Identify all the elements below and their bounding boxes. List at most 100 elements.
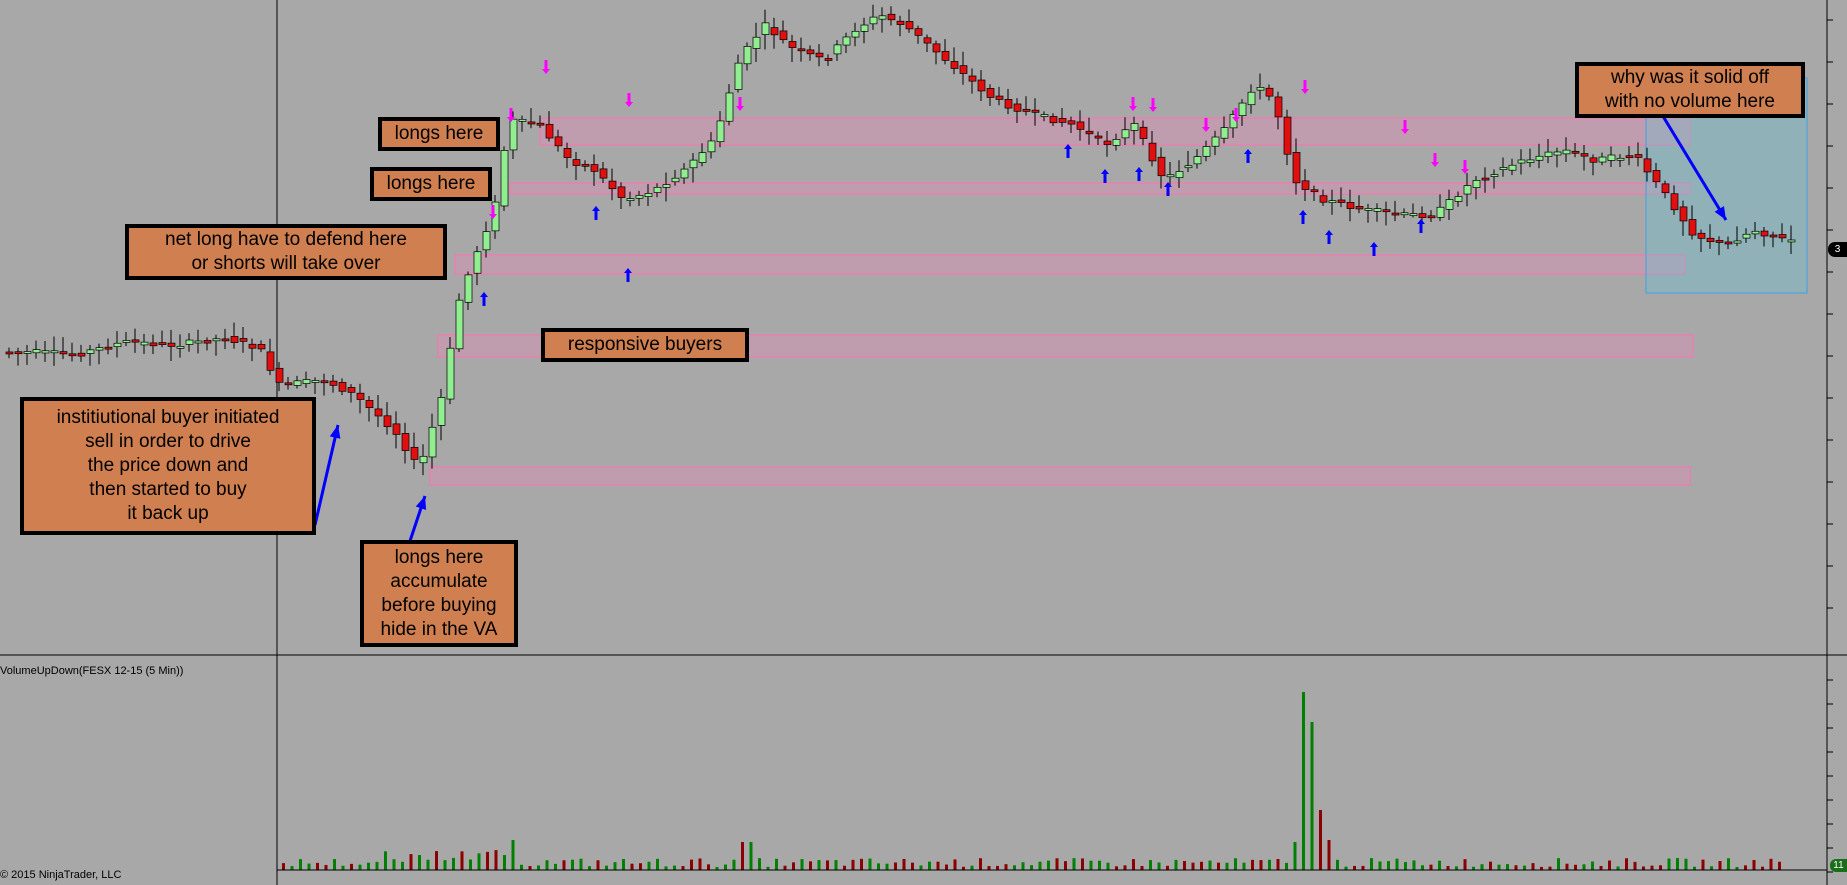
candle-body <box>1508 164 1517 171</box>
volume-bar <box>562 860 566 870</box>
volume-bar <box>1327 840 1331 870</box>
volume-bar <box>1506 864 1509 870</box>
candle-body <box>1274 96 1283 118</box>
volume-bar <box>375 861 379 870</box>
candle-body <box>1760 230 1769 237</box>
candle-body <box>1112 139 1121 146</box>
candle-body <box>77 352 86 357</box>
volume-bar <box>919 865 923 870</box>
volume-marker: 11 <box>1830 859 1847 872</box>
candle-body <box>716 120 725 143</box>
candle-body <box>1445 199 1454 210</box>
volume-bar <box>1650 865 1654 870</box>
volume-bar <box>681 866 685 870</box>
volume-bar <box>418 855 421 870</box>
candle-body <box>1787 239 1796 243</box>
volume-bar <box>1098 860 1101 870</box>
copyright-text: © 2015 NinjaTrader, LLC <box>0 869 122 881</box>
candle-body <box>1265 87 1274 97</box>
magenta-marker-head <box>1461 169 1469 174</box>
candle-body <box>590 164 599 172</box>
candle-body <box>725 92 734 122</box>
volume-bar <box>902 858 906 870</box>
volume-bar <box>528 866 532 870</box>
blue-marker-head <box>1325 230 1333 235</box>
volume-bar <box>1744 865 1747 870</box>
volume-bar <box>851 859 855 870</box>
candle-body <box>338 382 347 392</box>
volume-bar <box>1251 859 1254 870</box>
candle-body <box>518 118 527 122</box>
volume-bar <box>1157 862 1161 870</box>
volume-bar <box>511 840 515 870</box>
candle-body <box>968 75 977 82</box>
candle-body <box>833 44 842 55</box>
candle-body <box>1436 206 1445 218</box>
candle-body <box>581 163 590 167</box>
volume-bar <box>664 866 668 870</box>
volume-bar <box>792 862 795 870</box>
candle-body <box>1544 151 1553 157</box>
candle-body <box>770 27 779 36</box>
candle-body <box>347 387 356 393</box>
volume-bar <box>690 859 693 870</box>
candle-body <box>797 48 806 52</box>
volume-bar <box>741 842 744 870</box>
candle-body <box>1481 177 1490 181</box>
volume-bar <box>605 865 608 870</box>
candle-body <box>1256 87 1265 91</box>
volume-bar <box>588 866 591 870</box>
arrow-longs-accumulate-head <box>415 496 427 510</box>
magenta-marker-head <box>625 102 633 107</box>
candle-body <box>293 380 302 386</box>
volume-bar <box>800 859 804 870</box>
candle-body <box>374 408 383 417</box>
candle-body <box>1184 165 1193 169</box>
candle-body <box>1292 152 1301 184</box>
candle-body <box>23 351 32 354</box>
candle-body <box>1400 212 1409 216</box>
candle-body <box>131 339 140 343</box>
va-zone-2 <box>454 254 1686 275</box>
candle-body <box>392 423 401 435</box>
volume-bar <box>341 865 345 870</box>
blue-marker-head <box>480 292 488 297</box>
candle-body <box>419 455 428 464</box>
candle-body <box>1310 189 1319 193</box>
candle-body <box>977 79 986 92</box>
candle-body <box>779 30 788 41</box>
candle-body <box>1562 149 1571 155</box>
volume-bar <box>639 863 642 870</box>
candle-body <box>1418 213 1427 219</box>
volume-bar <box>953 859 957 870</box>
magenta-marker-head <box>1149 107 1157 112</box>
blue-marker-head <box>1299 210 1307 215</box>
volume-bar <box>894 862 897 870</box>
volume-bar <box>358 864 362 870</box>
candle-body <box>59 351 68 355</box>
volume-bar <box>1200 861 1203 870</box>
volume-bar <box>1013 865 1016 870</box>
candle-body <box>698 152 707 163</box>
volume-bar <box>299 859 302 870</box>
volume-bar <box>1548 866 1552 870</box>
volume-bar <box>1208 860 1212 870</box>
blue-marker-head <box>1417 219 1425 224</box>
volume-bar <box>1361 865 1365 870</box>
candle-body <box>41 350 50 354</box>
volume-bar <box>673 865 676 870</box>
volume-bar <box>826 860 829 870</box>
volume-bar <box>1455 866 1458 870</box>
volume-bar <box>758 858 761 870</box>
candle-body <box>1652 170 1661 183</box>
candle-body <box>896 20 905 25</box>
candle-body <box>941 50 950 61</box>
volume-bar <box>1123 865 1127 870</box>
magenta-marker-head <box>1431 162 1439 167</box>
volume-bar <box>1523 865 1526 870</box>
price-marker: 3 <box>1828 242 1847 257</box>
candle-body <box>464 274 473 303</box>
candle-body <box>1211 136 1220 147</box>
volume-bar <box>1778 861 1781 870</box>
candle-body <box>482 231 491 251</box>
